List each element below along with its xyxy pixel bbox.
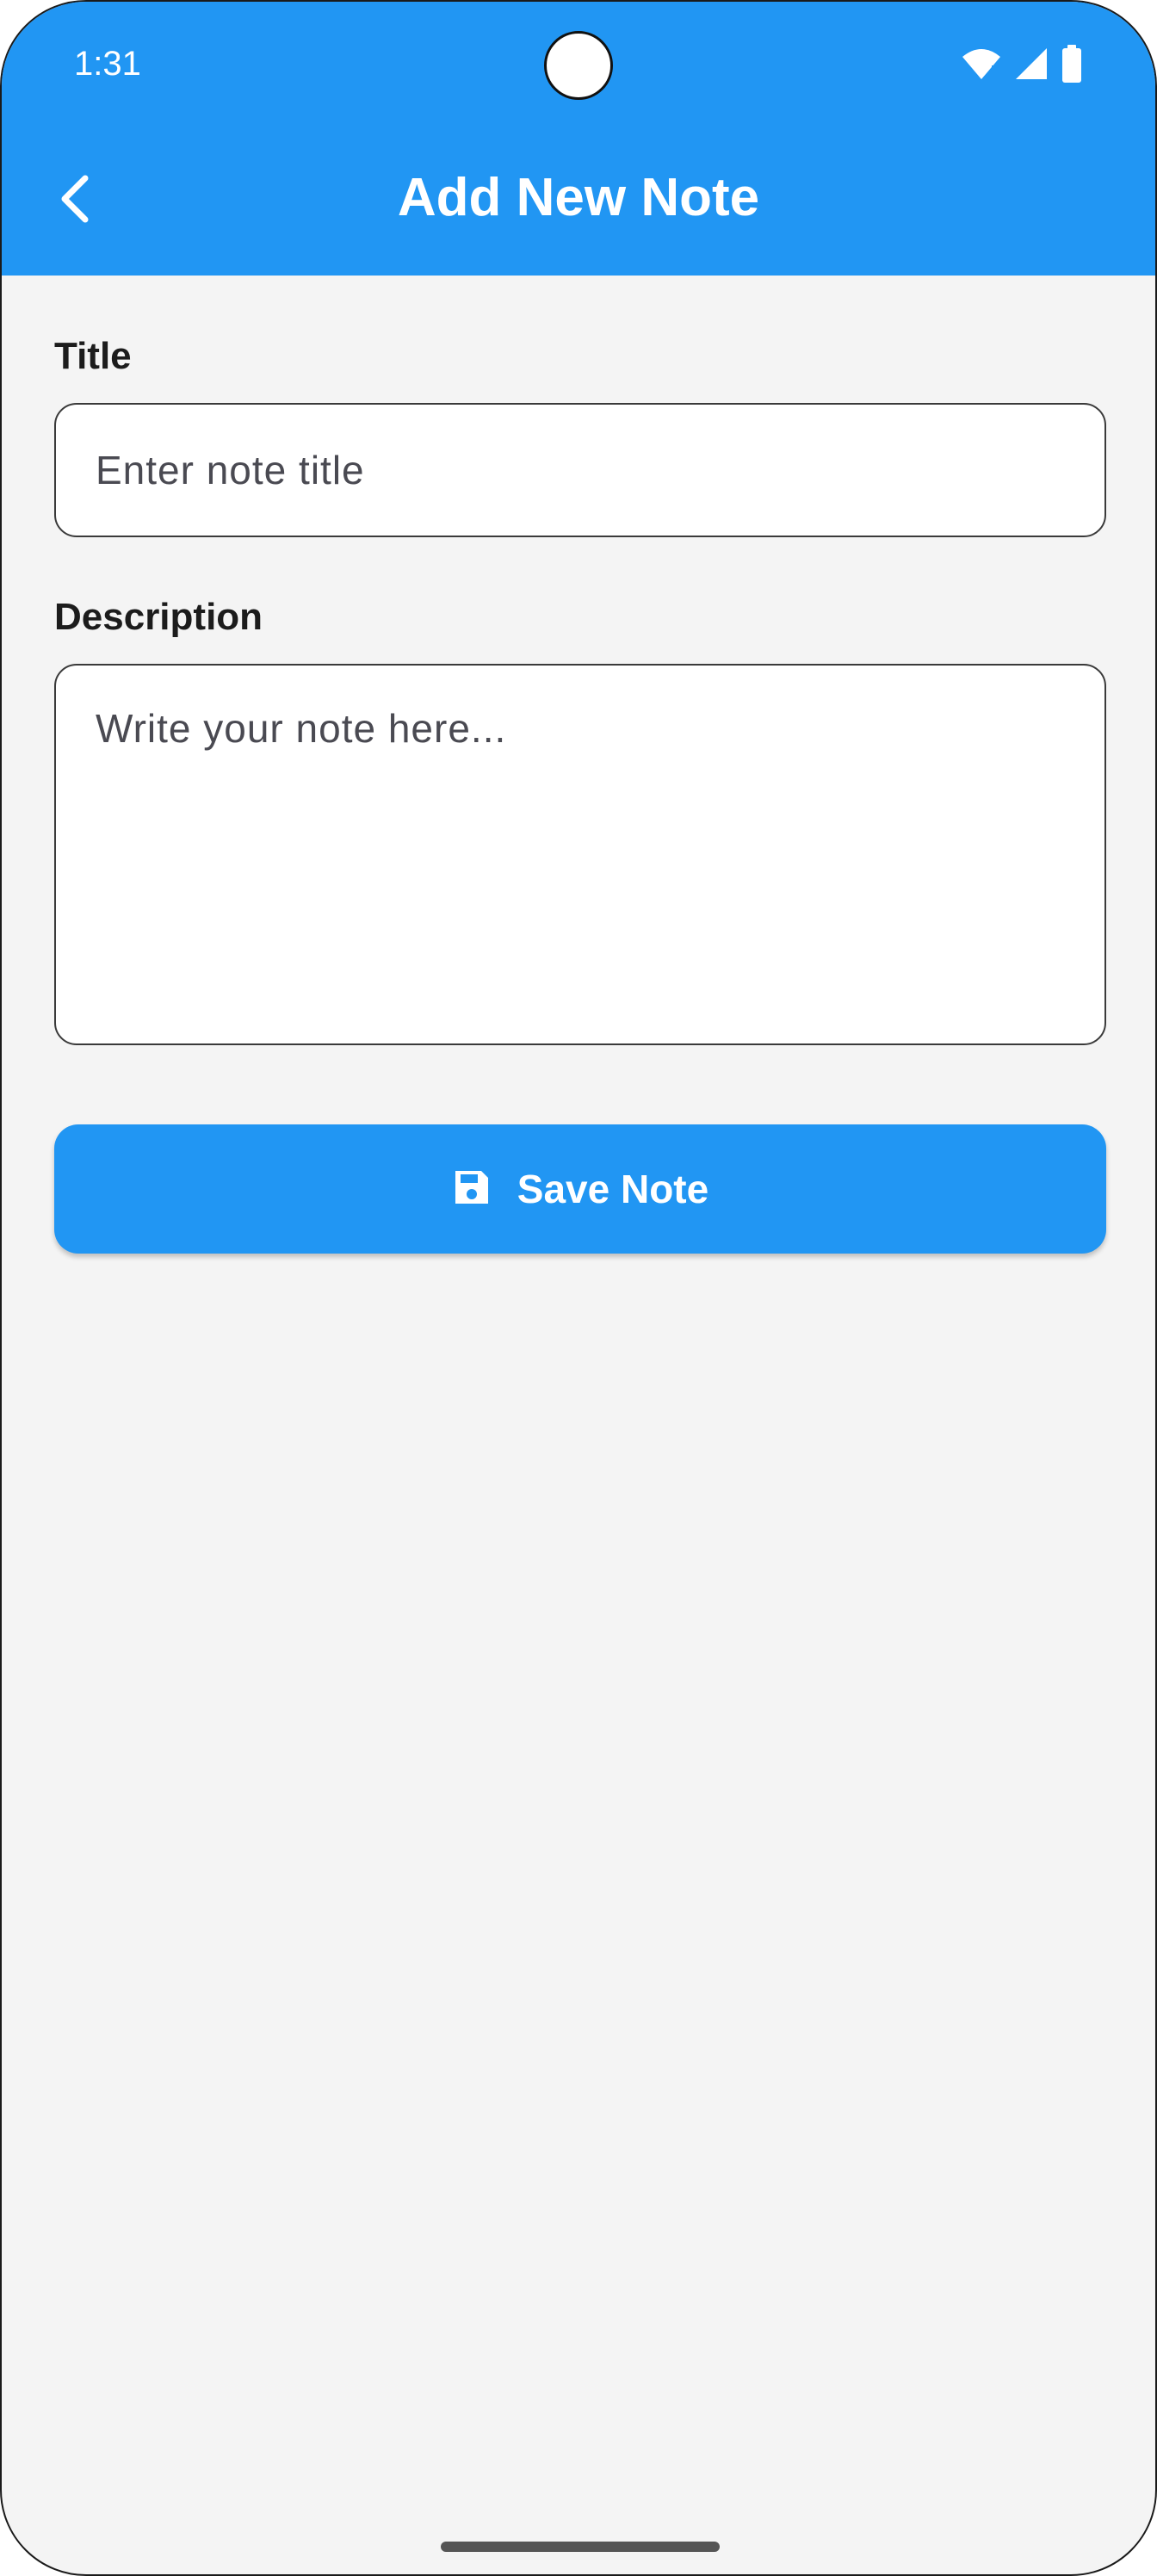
- signal-icon: [1014, 46, 1049, 85]
- title-input[interactable]: [54, 403, 1106, 537]
- camera-cutout: [544, 31, 613, 100]
- save-icon: [452, 1167, 492, 1211]
- status-icons: [961, 45, 1083, 87]
- description-input[interactable]: [54, 664, 1106, 1045]
- save-note-button[interactable]: Save Note: [54, 1124, 1106, 1254]
- status-time: 1:31: [74, 45, 141, 83]
- title-label: Title: [54, 335, 132, 377]
- page-title: Add New Note: [397, 168, 760, 227]
- battery-icon: [1061, 45, 1083, 87]
- wifi-icon: [961, 46, 1002, 85]
- phone-screen: 1:31 Add New Note Title Enter note title…: [0, 0, 1157, 2576]
- home-indicator[interactable]: [441, 2542, 720, 2552]
- app-bar: 1:31 Add New Note: [2, 2, 1155, 276]
- description-label: Description: [54, 596, 263, 638]
- save-note-label: Save Note: [517, 1167, 709, 1211]
